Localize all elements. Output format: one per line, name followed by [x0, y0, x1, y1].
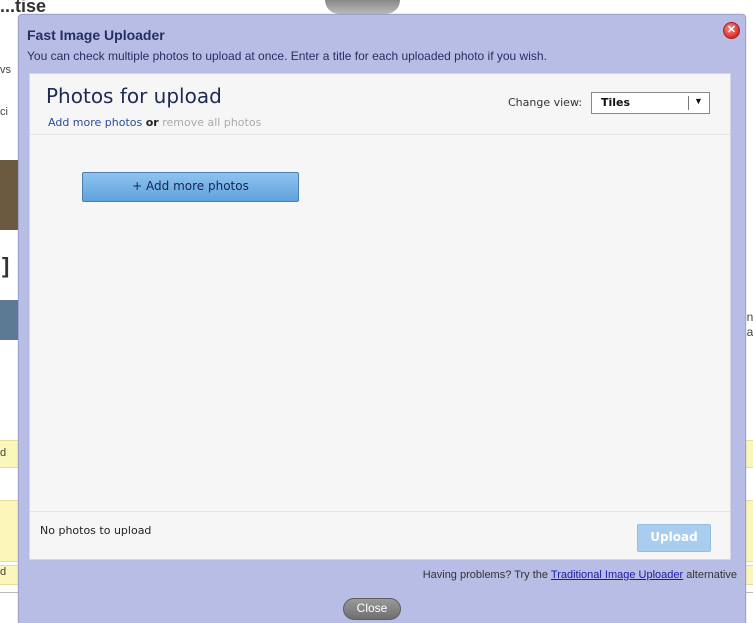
add-more-photos-button[interactable]: + Add more photos [82, 172, 299, 202]
background-glyph: ] [2, 253, 10, 278]
background-photo [325, 0, 400, 14]
panel-footer: No photos to upload Upload [30, 511, 730, 560]
close-icon[interactable]: ✕ [723, 22, 740, 39]
background-image [0, 160, 18, 230]
fast-image-uploader-dialog: Fast Image Uploader You can check multip… [18, 14, 746, 623]
panel-links: Add more photos or remove all photos [48, 116, 261, 129]
page-title: Photos for upload [46, 84, 222, 108]
change-view-value: Tiles [601, 96, 631, 109]
background-text-fragment: vs [0, 64, 11, 76]
dialog-subtitle: You can check multiple photos to upload … [27, 49, 547, 63]
traditional-uploader-link[interactable]: Traditional Image Uploader [551, 569, 683, 581]
dialog-title: Fast Image Uploader [27, 27, 165, 43]
panel-header: Photos for upload Add more photos or rem… [30, 74, 730, 135]
background-image [0, 300, 18, 340]
background-text-fragment: d [0, 447, 7, 459]
or-text: or [145, 116, 159, 129]
add-more-photos-link[interactable]: Add more photos [48, 116, 142, 129]
chevron-down-icon: ▼ [694, 96, 703, 106]
background-text-fragment: d [0, 566, 7, 578]
change-view-label: Change view: [508, 96, 583, 109]
change-view-select[interactable]: Tiles ▼ [591, 92, 710, 114]
upload-status: No photos to upload [40, 524, 152, 537]
upload-panel: Photos for upload Add more photos or rem… [29, 73, 731, 560]
background-text-fragment: ci [0, 106, 8, 118]
upload-button[interactable]: Upload [637, 524, 711, 552]
select-divider [688, 96, 689, 110]
close-button[interactable]: Close [343, 598, 401, 620]
remove-all-photos-link[interactable]: remove all photos [162, 116, 261, 129]
problems-help-text: Having problems? Try the Traditional Ima… [422, 569, 737, 581]
